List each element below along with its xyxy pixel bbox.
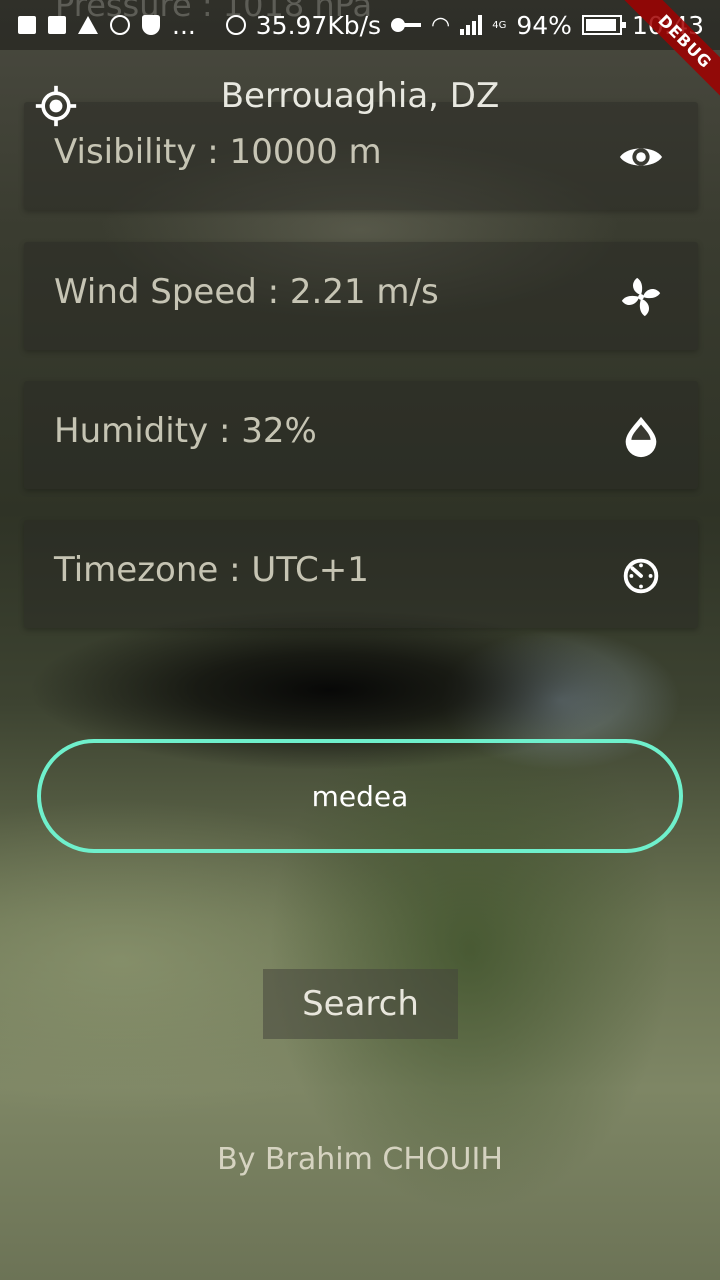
wind-speed-card: Wind Speed : 2.21 m/s xyxy=(24,242,698,350)
apps-icon xyxy=(48,16,66,34)
cellular-signal-icon xyxy=(460,15,483,35)
city-search-input[interactable] xyxy=(37,739,683,853)
net-speed: 35.97Kb/s xyxy=(255,10,382,40)
alarm-icon xyxy=(225,15,246,35)
more-notifications: ... xyxy=(172,10,196,40)
humidity-card: Humidity : 32% xyxy=(24,381,698,489)
timezone-label: Timezone : UTC+1 xyxy=(54,550,369,590)
timer-icon xyxy=(623,558,659,594)
network-type: 4G xyxy=(492,19,507,31)
notification-circle-icon xyxy=(110,15,130,35)
status-bar: ... 35.97Kb/s ◠ 4G 94% 10:43 xyxy=(0,0,720,50)
app-screen: Pressure : 1018 hPa ... 35.97Kb/s ◠ 4G 9… xyxy=(0,0,720,1280)
wifi-icon: ◠ xyxy=(431,12,451,38)
visibility-label: Visibility : 10000 m xyxy=(54,132,382,172)
city-title: Berrouaghia, DZ xyxy=(220,76,500,116)
vpn-key-icon xyxy=(391,18,422,32)
author-credit: By Brahim CHOUIH xyxy=(217,1142,503,1177)
search-button[interactable]: Search xyxy=(263,969,458,1039)
warning-icon xyxy=(78,16,98,34)
battery-percent: 94% xyxy=(516,10,572,40)
shield-icon xyxy=(142,15,160,35)
wind-speed-label: Wind Speed : 2.21 m/s xyxy=(54,272,439,312)
notification-icons: ... xyxy=(0,11,196,40)
eye-icon xyxy=(619,148,663,166)
gallery-icon xyxy=(18,16,36,34)
timezone-card: Timezone : UTC+1 xyxy=(24,520,698,628)
battery-icon xyxy=(581,15,626,35)
humidity-label: Humidity : 32% xyxy=(54,411,317,451)
fan-icon xyxy=(621,277,661,317)
water-drop-icon xyxy=(625,416,657,458)
app-header: Berrouaghia, DZ xyxy=(0,70,720,130)
